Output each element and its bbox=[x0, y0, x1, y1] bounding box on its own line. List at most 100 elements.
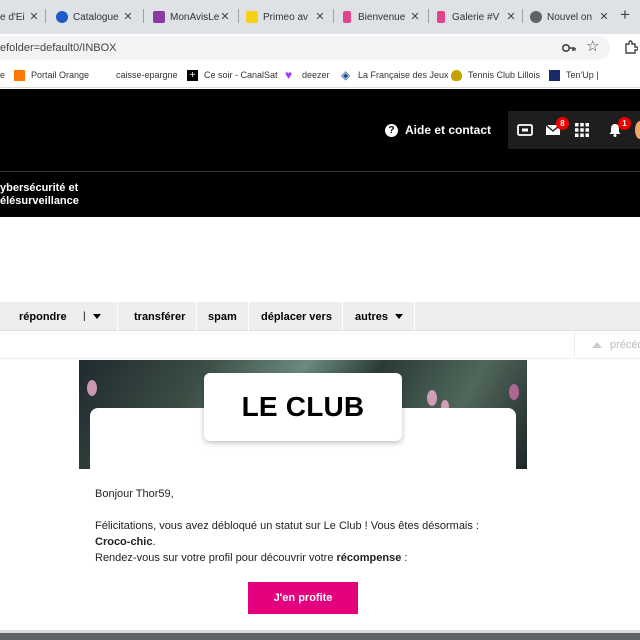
bookmark-canalsat[interactable]: + Ce soir - CanalSat bbox=[187, 68, 278, 82]
congrats-line: Félicitations, vous avez débloqué un sta… bbox=[95, 520, 479, 532]
more-actions-button[interactable]: autres bbox=[355, 302, 404, 331]
status-name: Croco-chic bbox=[95, 536, 153, 548]
address-bar: efolder=default0/INBOX ☆ bbox=[0, 34, 640, 62]
spam-label: spam bbox=[208, 310, 237, 323]
bookmark-label: caisse-epargne bbox=[116, 70, 178, 80]
help-icon: ? bbox=[385, 123, 398, 137]
bookmarks-bar: e Portail Orange caisse-epargne + Ce soi… bbox=[0, 62, 640, 88]
tab-monavis[interactable]: MonAvisLe ✕ bbox=[153, 4, 231, 30]
tab-separator bbox=[522, 9, 523, 23]
toolbar-separator bbox=[196, 302, 197, 331]
bookmark-label: La Française des Jeux bbox=[358, 70, 449, 80]
new-tab-button[interactable]: + bbox=[620, 5, 630, 25]
tab-galerie[interactable]: Galerie #V ✕ bbox=[437, 4, 517, 30]
tab-separator bbox=[45, 9, 46, 23]
orange-feather-icon bbox=[343, 11, 351, 23]
close-tab-icon[interactable]: ✕ bbox=[122, 10, 134, 23]
omnibox[interactable]: efolder=default0/INBOX ☆ bbox=[0, 36, 610, 60]
orange-logo-icon bbox=[14, 69, 25, 81]
close-tab-icon[interactable]: ✕ bbox=[314, 10, 326, 23]
email-body: Bonjour Thor59, Félicitations, vous avez… bbox=[95, 486, 515, 566]
reward-text: Rendez-vous sur votre profil pour découv… bbox=[95, 552, 337, 564]
bookmark-label: deezer bbox=[302, 70, 330, 80]
heart-icon: ♥ bbox=[285, 67, 293, 82]
close-tab-icon[interactable]: ✕ bbox=[505, 10, 517, 23]
bookmark-star-icon[interactable]: ☆ bbox=[586, 39, 599, 55]
bookmark-tenup[interactable]: Ten'Up | bbox=[549, 68, 599, 82]
close-tab-icon[interactable]: ✕ bbox=[409, 10, 421, 23]
avatar[interactable] bbox=[635, 121, 640, 139]
bottom-scroll-edge bbox=[0, 630, 640, 640]
carrefour-icon bbox=[56, 11, 68, 23]
toolbar-separator bbox=[117, 302, 118, 331]
bookmark-partial[interactable]: e bbox=[0, 68, 5, 82]
extensions-icon[interactable] bbox=[624, 40, 638, 54]
bookmark-label: Ce soir - CanalSat bbox=[204, 70, 278, 80]
close-tab-icon[interactable]: ✕ bbox=[219, 10, 231, 23]
tab-ei[interactable]: e d'Ei ✕ bbox=[0, 4, 40, 30]
lightning-icon bbox=[246, 11, 258, 23]
tab-separator bbox=[333, 9, 334, 23]
club-logo-box: LE CLUB bbox=[204, 373, 402, 441]
previous-message-button[interactable]: précéd bbox=[574, 331, 640, 359]
nav-item-line: élésurveillance bbox=[0, 195, 79, 207]
greeting: Bonjour Thor59, bbox=[95, 488, 174, 500]
bookmark-text: e bbox=[0, 70, 6, 80]
nav-item-line: ybersécurité et bbox=[0, 182, 79, 194]
bookmark-fdj[interactable]: ◈ La Française des Jeux bbox=[341, 68, 449, 82]
url-text[interactable]: efolder=default0/INBOX bbox=[0, 42, 117, 54]
bookmark-label: Tennis Club Lillois bbox=[468, 70, 541, 80]
tab-strip: e d'Ei ✕ Catalogue ✕ MonAvisLe ✕ Primeo … bbox=[0, 0, 640, 34]
chrome-icon bbox=[530, 11, 542, 23]
club-title: LE CLUB bbox=[241, 391, 365, 422]
club-banner: LE CLUB bbox=[79, 360, 527, 469]
reply-button[interactable]: répondre bbox=[19, 302, 67, 331]
spam-button[interactable]: spam bbox=[208, 302, 237, 331]
close-tab-icon[interactable]: ✕ bbox=[28, 10, 40, 23]
wallet-icon[interactable] bbox=[517, 123, 533, 137]
site-header: ? Aide et contact 8 1 bbox=[0, 89, 640, 171]
plus-square-icon: + bbox=[187, 69, 198, 81]
reward-line: Rendez-vous sur votre profil pour découv… bbox=[95, 550, 515, 566]
monavis-icon bbox=[153, 11, 165, 23]
forward-label: transférer bbox=[134, 310, 186, 323]
help-label: Aide et contact bbox=[405, 123, 492, 137]
tab-separator bbox=[428, 9, 429, 23]
fdj-diamond-icon: ◈ bbox=[341, 67, 351, 82]
bookmark-portail-orange[interactable]: Portail Orange bbox=[14, 68, 89, 82]
tenup-icon bbox=[549, 69, 560, 81]
move-to-button[interactable]: déplacer vers bbox=[261, 302, 332, 331]
bookmark-label: Ten'Up | bbox=[566, 70, 599, 80]
header-icons: 8 1 bbox=[508, 111, 640, 149]
status-period: . bbox=[152, 536, 156, 548]
chevron-down-icon bbox=[93, 314, 101, 319]
bookmark-caisse-epargne[interactable]: caisse-epargne bbox=[116, 68, 178, 82]
tab-separator bbox=[238, 9, 239, 23]
reward-word: récompense bbox=[336, 552, 402, 564]
tab-bienvenue[interactable]: Bienvenue ✕ bbox=[343, 4, 421, 30]
bookmark-deezer[interactable]: ♥ deezer bbox=[285, 68, 330, 82]
bottom-edge-highlight bbox=[0, 630, 640, 633]
close-tab-icon[interactable]: ✕ bbox=[598, 10, 610, 23]
forward-button[interactable]: transférer bbox=[134, 302, 185, 331]
jen-profite-button[interactable]: J'en profite bbox=[248, 582, 358, 614]
tab-nouvel-onglet[interactable]: Nouvel on ✕ bbox=[530, 4, 610, 30]
previous-label: précéd bbox=[610, 339, 640, 351]
reply-options-button[interactable] bbox=[93, 302, 101, 331]
up-arrow-icon bbox=[592, 342, 602, 348]
club-crest-icon bbox=[451, 69, 462, 81]
nav-item-cybersecurite[interactable]: ybersécurité et élésurveillance bbox=[0, 182, 79, 208]
tab-primeo[interactable]: Primeo av ✕ bbox=[246, 4, 326, 30]
reward-colon: : bbox=[401, 552, 408, 564]
apps-grid-icon[interactable] bbox=[574, 123, 590, 137]
key-icon[interactable] bbox=[562, 43, 576, 53]
more-label: autres bbox=[355, 310, 389, 323]
orange-feather-icon bbox=[437, 11, 445, 23]
toolbar-separator bbox=[248, 302, 249, 331]
notification-badge: 1 bbox=[618, 117, 631, 130]
help-contact-link[interactable]: ? Aide et contact bbox=[385, 123, 491, 137]
bookmark-tennis-club[interactable]: Tennis Club Lillois bbox=[451, 68, 540, 82]
bookmark-label: Portail Orange bbox=[31, 70, 90, 80]
tab-catalogue[interactable]: Catalogue ✕ bbox=[56, 4, 134, 30]
